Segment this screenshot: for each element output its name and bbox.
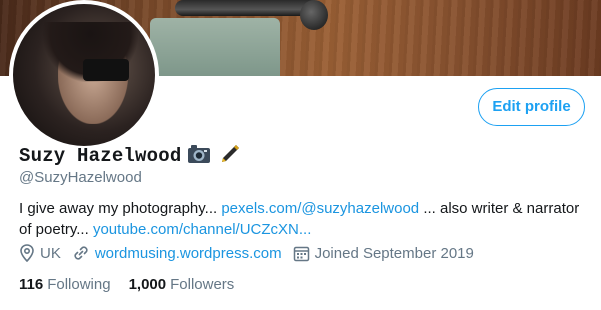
location-item: UK [19,244,61,262]
followers-count: 1,000 [128,276,167,293]
pen-emoji-icon [217,143,241,170]
website-item: wordmusing.wordpress.com [72,244,282,262]
bio-link-pexels[interactable]: pexels.com/@suzyhazelwood [221,200,419,217]
profile-bio: I give away my photography... pexels.com… [19,198,589,240]
bio-link-youtube[interactable]: youtube.com/channel/UCZcXN... [93,221,311,238]
profile-name-row: Suzy Hazelwood [19,141,241,171]
joined-text: Joined September 2019 [314,244,474,262]
banner-typewriter-body [150,18,280,76]
following-count-link[interactable]: 116 Following [19,276,111,293]
link-icon [74,246,88,260]
following-label: Following [47,276,111,293]
follow-counts: 116 Following 1,000 Followers [19,276,252,293]
profile-meta: UK wordmusing.wordpress.com Joined Septe… [19,244,485,262]
calendar-icon [293,246,309,261]
following-count: 116 [19,276,44,293]
location-pin-icon [20,244,34,262]
profile-name: Suzy Hazelwood [19,145,182,167]
avatar[interactable] [9,0,159,150]
location-text: UK [40,244,61,262]
profile-handle: @SuzyHazelwood [19,169,142,186]
edit-profile-button[interactable]: Edit profile [478,88,585,126]
bio-text-part1: I give away my photography... [19,200,222,217]
banner-typewriter-roller [175,0,320,16]
banner-typewriter-knob [300,0,328,30]
website-link[interactable]: wordmusing.wordpress.com [95,245,282,262]
followers-count-link[interactable]: 1,000 Followers [129,276,235,293]
joined-item: Joined September 2019 [293,245,474,262]
camera-emoji-icon [187,144,211,169]
followers-label: Followers [170,276,235,293]
avatar-camera [83,59,129,81]
